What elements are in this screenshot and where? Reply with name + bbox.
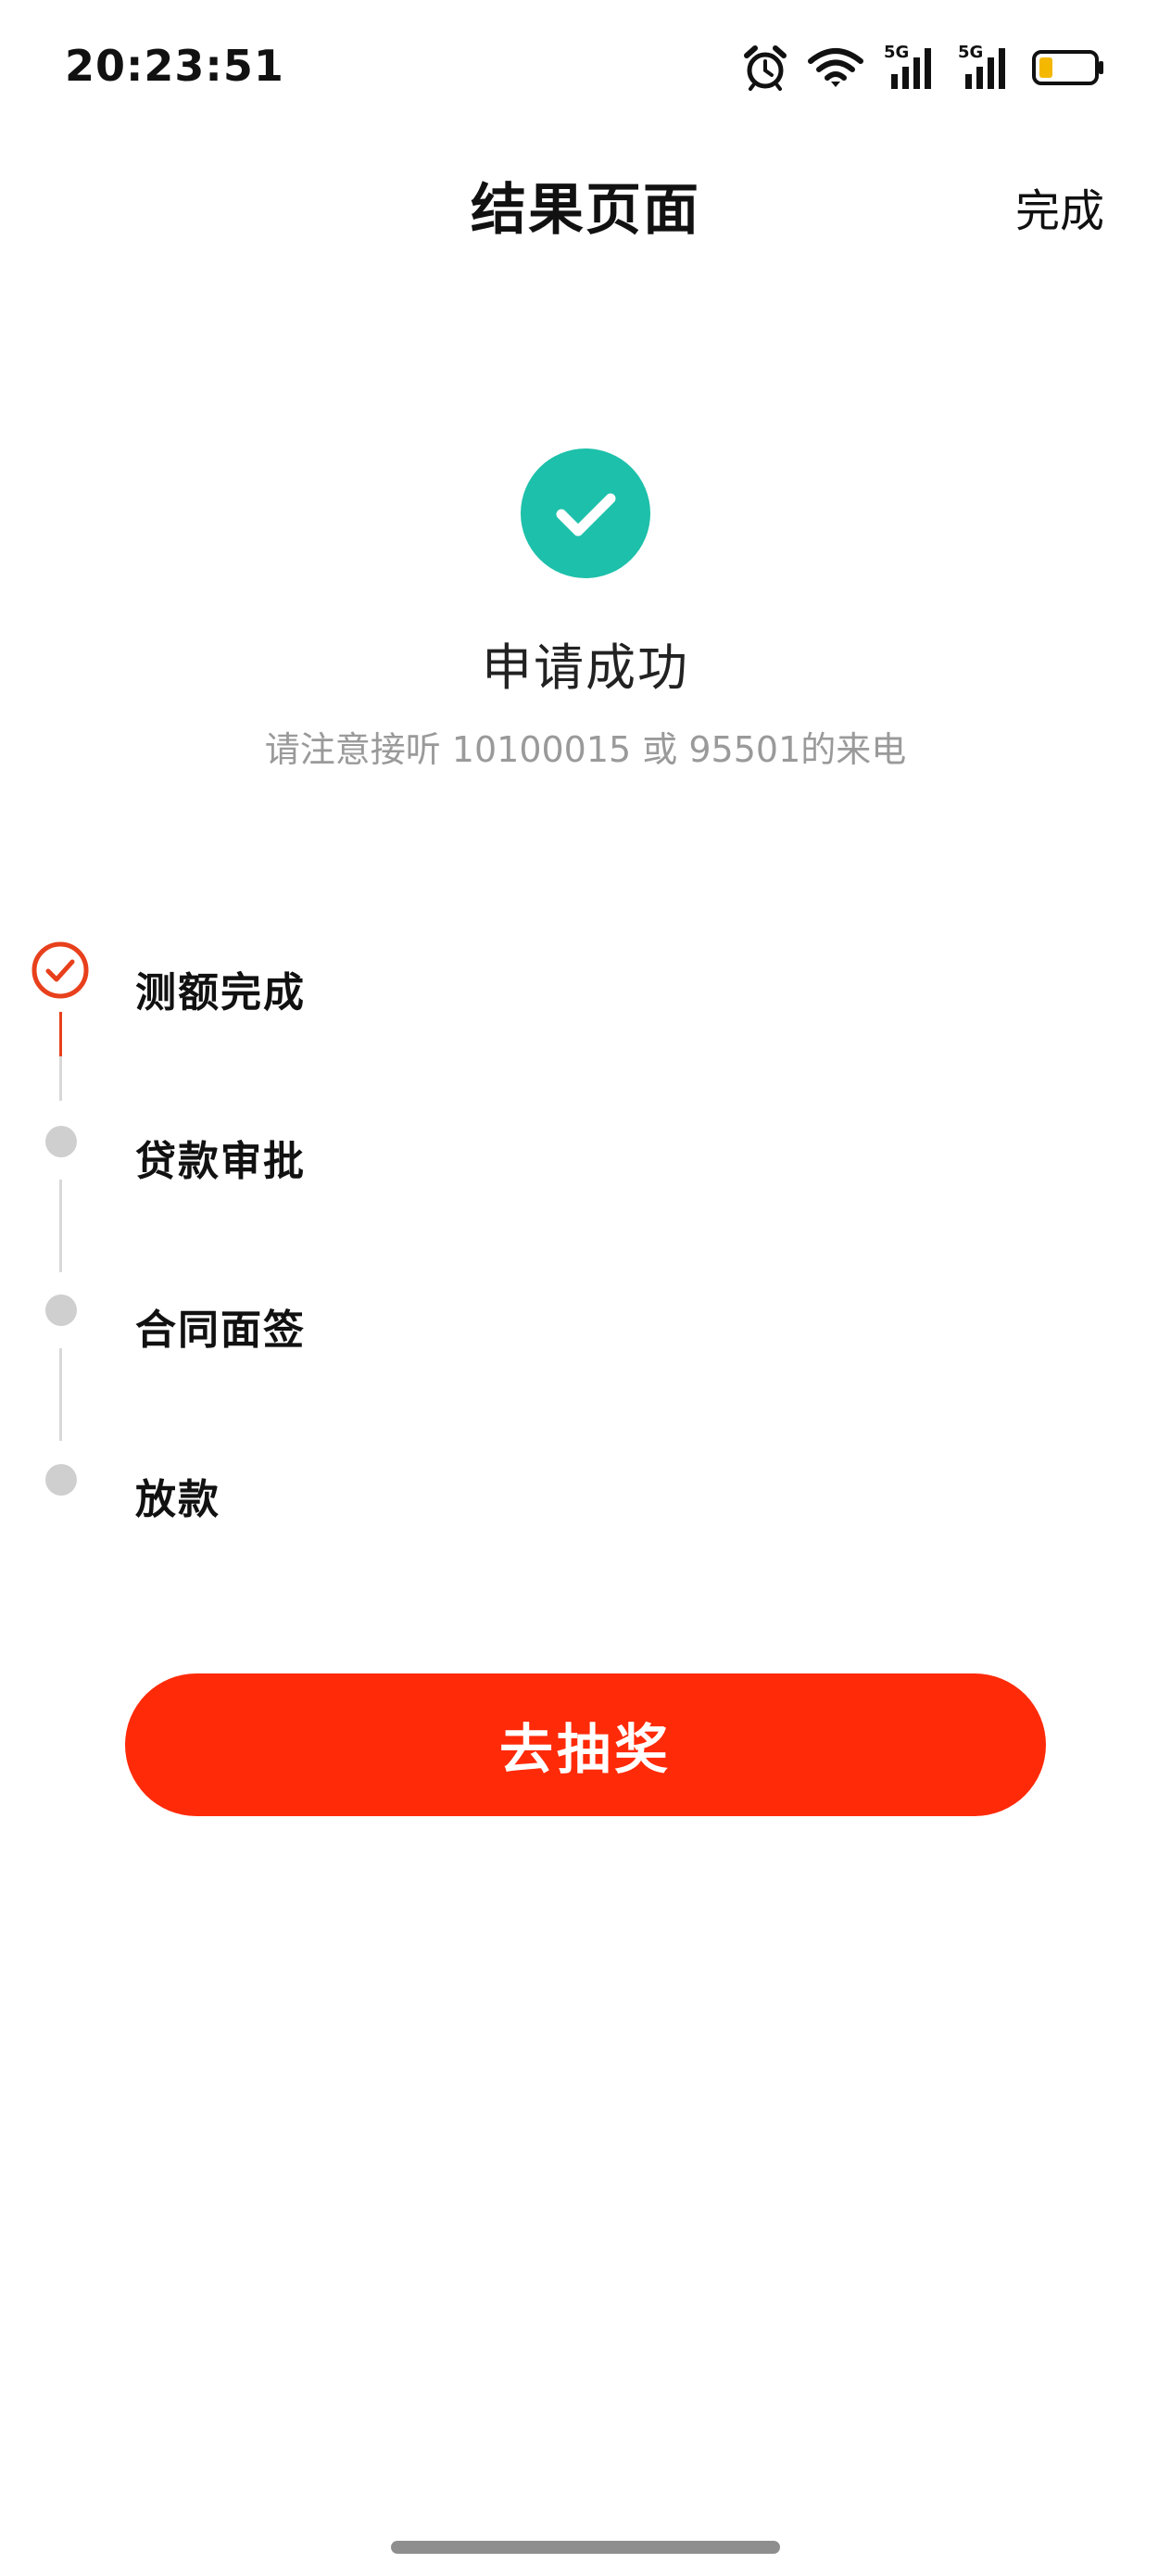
step-label: 合同面签 [135, 1307, 306, 1354]
step-done-check-icon [31, 941, 89, 999]
step-label: 贷款审批 [135, 1138, 306, 1185]
step-pending-dot [45, 1464, 77, 1496]
home-indicator[interactable] [391, 2541, 780, 2554]
step-connector [59, 1012, 62, 1056]
step-label: 放款 [135, 1476, 220, 1523]
progress-steps: 测额完成 贷款审批 合同面签 放款 [0, 0, 1171, 1575]
step-pending-dot [45, 1126, 77, 1157]
step-connector [59, 1056, 62, 1101]
step-pending-dot [45, 1294, 77, 1326]
step-connector [59, 1180, 62, 1272]
step-connector [59, 1348, 62, 1441]
lottery-button[interactable]: 去抽奖 [125, 1673, 1046, 1816]
step-label: 测额完成 [135, 969, 306, 1017]
